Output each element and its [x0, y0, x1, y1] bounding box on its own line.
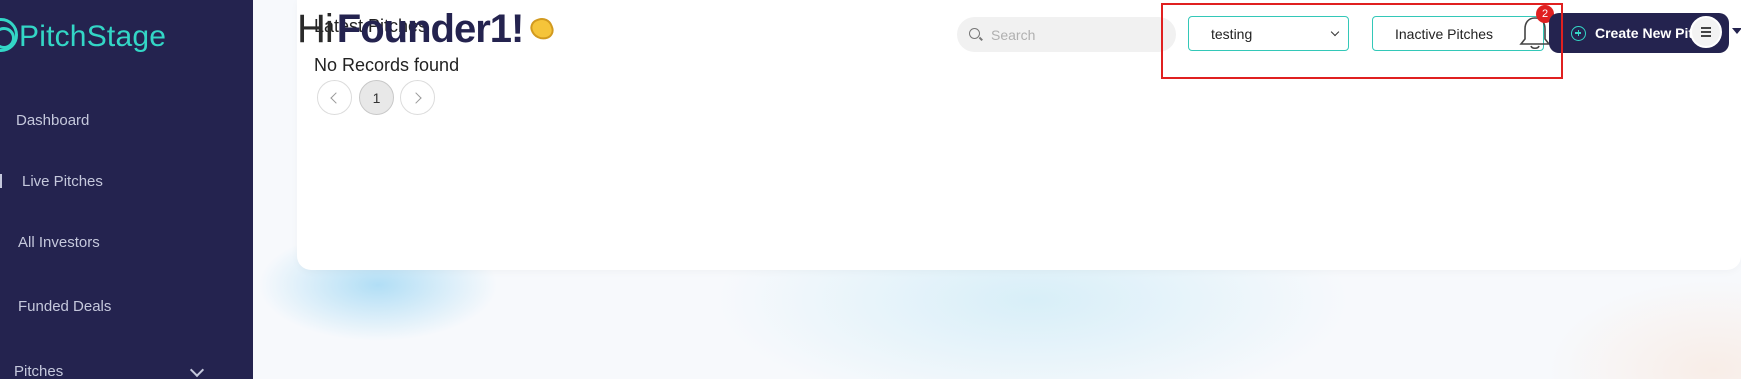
- sidebar-item-funded-deals[interactable]: Funded Deals: [18, 294, 111, 318]
- logo-icon: [0, 18, 18, 52]
- chevron-down-icon[interactable]: [189, 362, 205, 378]
- sidebar-item-label: Dashboard: [16, 111, 90, 129]
- pagination-prev-button[interactable]: [317, 80, 352, 115]
- chevron-right-icon: [410, 91, 422, 104]
- search-bar[interactable]: [957, 17, 1176, 52]
- empty-state-text: No Records found: [314, 55, 460, 75]
- active-indicator: [0, 174, 2, 188]
- pagination-next-button[interactable]: [400, 80, 435, 115]
- avatar[interactable]: [1690, 16, 1722, 48]
- sidebar-item-all-investors[interactable]: All Investors: [18, 230, 100, 254]
- page-greeting: Hi Founder1!: [297, 6, 557, 52]
- sidebar-item-live-pitches[interactable]: Live Pitches: [0, 169, 103, 193]
- brand-logo[interactable]: PitchStage: [0, 16, 200, 60]
- highlight-box: [1161, 3, 1563, 79]
- sidebar: PitchStage Dashboard Live Pitches All In…: [0, 0, 253, 379]
- chevron-left-icon: [330, 91, 342, 104]
- greeting-hi: Hi: [297, 6, 334, 51]
- search-icon: [969, 27, 983, 42]
- sidebar-item-dashboard[interactable]: Dashboard: [16, 108, 89, 132]
- caret-down-icon[interactable]: [1732, 28, 1741, 34]
- sidebar-item-label: Live Pitches: [22, 172, 103, 190]
- greeting-name: Founder1!: [336, 6, 525, 51]
- sidebar-item-label: Pitches: [14, 362, 64, 379]
- sidebar-item-label: All Investors: [18, 233, 100, 251]
- search-input[interactable]: [991, 26, 1161, 43]
- brand-name: PitchStage: [19, 20, 167, 53]
- sidebar-item-pitches[interactable]: Pitches: [14, 359, 63, 379]
- plus-circle-icon: [1571, 25, 1586, 41]
- sidebar-item-label: Funded Deals: [18, 297, 112, 315]
- pagination-page-button[interactable]: 1: [359, 80, 394, 115]
- wave-hand-icon: [528, 14, 557, 44]
